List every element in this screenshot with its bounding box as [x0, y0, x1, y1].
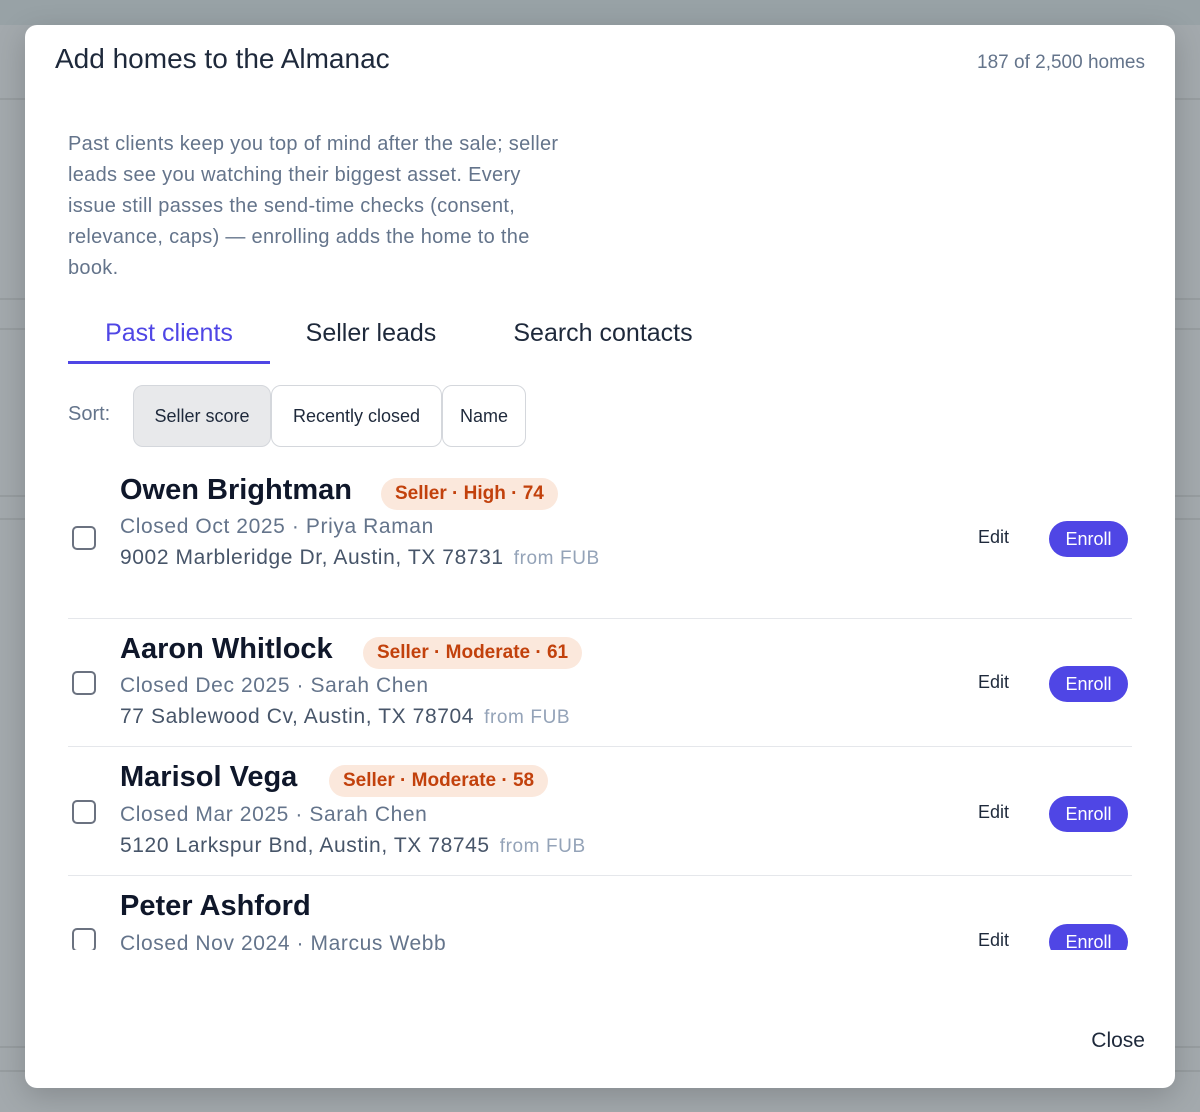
seller-score-badge: Seller · Moderate · 61: [363, 637, 583, 669]
client-name: Owen Brightman: [120, 474, 353, 506]
source-label: from FUB: [499, 836, 586, 857]
sort-name-button[interactable]: Name: [442, 385, 526, 447]
add-homes-modal: Add homes to the Almanac 187 of 2,500 ho…: [25, 25, 1175, 1088]
modal-title: Add homes to the Almanac: [55, 43, 390, 74]
select-checkbox[interactable]: [72, 671, 96, 695]
address-block: 5120 Larkspur Bnd, Austin, TX 78745 from …: [120, 831, 820, 862]
background-topbar: [0, 0, 1200, 25]
source-label: from FUB: [484, 707, 571, 728]
source-label: from FUB: [513, 548, 600, 569]
client-name: Marisol Vega: [120, 761, 298, 793]
close-button[interactable]: Close: [1091, 1029, 1145, 1053]
enroll-button[interactable]: Enroll: [1049, 666, 1128, 702]
closed-info: Closed Mar 2025 · Sarah Chen: [120, 803, 428, 826]
closed-info: Closed Nov 2024 · Marcus Webb: [120, 932, 447, 950]
tab-bar: Past clients Seller leads Search contact…: [68, 315, 768, 364]
closed-info: Closed Oct 2025 · Priya Raman: [120, 515, 434, 538]
edit-button[interactable]: Edit: [978, 930, 1009, 950]
edit-button[interactable]: Edit: [978, 802, 1009, 823]
list-item: Aaron Whitlock Seller · Moderate · 61 Cl…: [68, 619, 1132, 747]
closed-info: Closed Dec 2025 · Sarah Chen: [120, 674, 429, 697]
sort-label: Sort:: [68, 403, 111, 425]
list-item: Marisol Vega Seller · Moderate · 58 Clos…: [68, 747, 1132, 876]
address: 5120 Larkspur Bnd, Austin, TX 78745: [120, 834, 490, 857]
sort-seller-score-button[interactable]: Seller score: [133, 385, 271, 447]
select-checkbox[interactable]: [72, 800, 96, 824]
intro-text: Past clients keep you top of mind after …: [68, 133, 559, 279]
address: 9002 Marbleridge Dr, Austin, TX 78731: [120, 546, 504, 569]
edit-button[interactable]: Edit: [978, 672, 1009, 693]
homes-list: Owen Brightman Seller · High · 74 Closed…: [68, 465, 1132, 950]
list-item: Peter Ashford Closed Nov 2024 · Marcus W…: [68, 876, 1132, 950]
client-name: Peter Ashford: [120, 890, 311, 922]
client-name: Aaron Whitlock: [120, 633, 333, 665]
select-checkbox[interactable]: [72, 928, 96, 950]
seller-score-badge: Seller · High · 74: [381, 478, 558, 510]
enroll-button[interactable]: Enroll: [1049, 796, 1128, 832]
address: 77 Sablewood Cv, Austin, TX 78704: [120, 705, 475, 728]
list-item: Owen Brightman Seller · High · 74 Closed…: [68, 465, 1132, 619]
tab-seller-leads[interactable]: Seller leads: [293, 315, 449, 361]
address-block: 77 Sablewood Cv, Austin, TX 78704 from FU…: [120, 702, 820, 733]
edit-button[interactable]: Edit: [978, 527, 1009, 548]
seller-score-badge: Seller · Moderate · 58: [329, 765, 549, 797]
tab-search-contacts[interactable]: Search contacts: [498, 315, 708, 361]
sort-recently-closed-button[interactable]: Recently closed: [271, 385, 442, 447]
tab-past-clients[interactable]: Past clients: [68, 315, 270, 364]
home-count: 187 of 2,500 homes: [977, 52, 1145, 73]
enroll-button[interactable]: Enroll: [1049, 521, 1128, 557]
enroll-button[interactable]: Enroll: [1049, 924, 1128, 950]
address-block: 9002 Marbleridge Dr, Austin, TX 78731 fro…: [120, 543, 610, 574]
select-checkbox[interactable]: [72, 526, 96, 550]
